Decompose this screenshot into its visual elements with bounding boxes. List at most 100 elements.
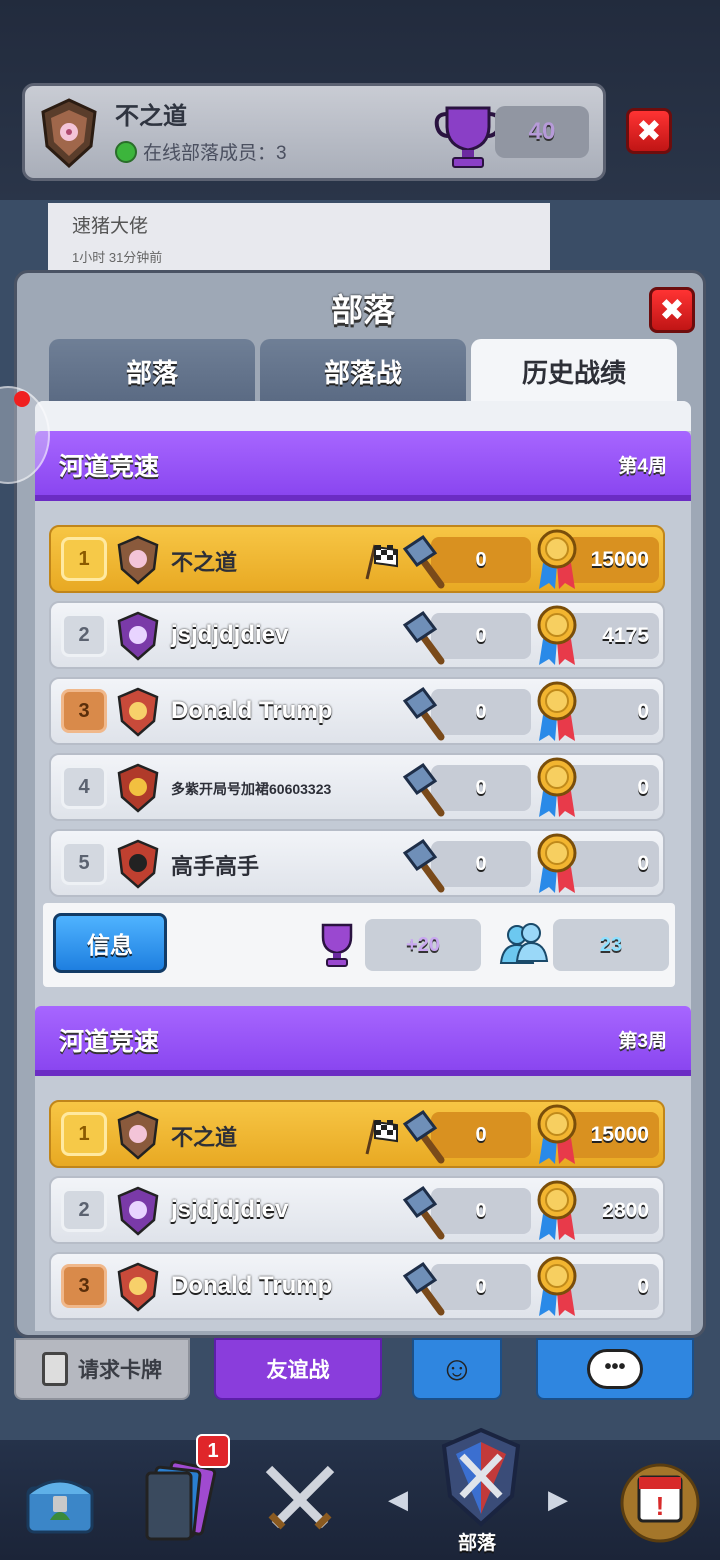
medal-icon: [537, 605, 577, 665]
rank-badge: 1: [61, 1112, 107, 1156]
medal-icon: [537, 1104, 577, 1164]
rank-badge: 3: [61, 1264, 107, 1308]
clan-panel: 部落 ✖ 部落 部落战 历史战绩 河道竞速 第4周 1 不之道 0 15000 2 jsjdj…: [14, 270, 706, 1338]
bottom-buttons: 请求卡牌 友谊战 ☺ •••: [0, 1338, 720, 1400]
clan-badge-icon: [117, 763, 159, 813]
list-top-bar: [35, 401, 691, 431]
history-list[interactable]: 河道竞速 第4周 1 不之道 0 15000 2 jsjdjdjdiev 0 4175 3 Donal…: [35, 401, 691, 1331]
clan-name: 不之道: [171, 550, 238, 575]
friendly-battle-button[interactable]: 友谊战: [214, 1338, 382, 1400]
medal-icon: [537, 757, 577, 817]
trophy-count: 40: [495, 106, 589, 158]
request-cards-button[interactable]: 请求卡牌: [14, 1338, 190, 1400]
section-header: 河道竞速 第3周: [35, 1006, 691, 1076]
medal-icon: [537, 1180, 577, 1240]
clan-rank-row[interactable]: 4 多紫开局号加裙60603323 0 0: [49, 753, 665, 821]
clan-shield-icon: [41, 98, 97, 168]
hammer-icon: [402, 762, 445, 817]
chat-message: 速猪大佬 1小时 31分钟前: [48, 203, 550, 273]
clan-name: jsjdjdjdiev: [171, 1196, 289, 1223]
arrow-left-icon: ◀: [388, 1484, 408, 1514]
clan-rank-row[interactable]: 1 不之道 0 15000: [49, 525, 665, 593]
finish-flag-icon: [365, 544, 398, 580]
clan-rank-row[interactable]: 5 高手高手 0 0: [49, 829, 665, 897]
clan-name: Donald Trump: [171, 697, 333, 724]
cards-deck-icon: [145, 1460, 217, 1541]
medal-icon: [537, 529, 577, 589]
nav-shop[interactable]: [0, 1440, 120, 1560]
members-icon: [499, 923, 549, 964]
svg-text:!: !: [656, 1491, 665, 1521]
arrow-right-icon: ▶: [548, 1484, 568, 1514]
nav-clan[interactable]: ◀ 部落 ▶: [360, 1427, 600, 1560]
clan-rank-row[interactable]: 2 jsjdjdjdiev 0 4175: [49, 601, 665, 669]
close-panel-button[interactable]: ✖: [649, 287, 695, 333]
hammer-icon: [402, 1109, 445, 1164]
hammer-icon: [402, 1185, 445, 1240]
trophy-icon: [321, 923, 353, 967]
chat-sender: 速猪大佬: [72, 216, 149, 237]
clan-rank-row[interactable]: 1 不之道 0 15000: [49, 1100, 665, 1168]
section-footer: 信息 +20 23: [43, 903, 675, 987]
close-clan-button[interactable]: ✖: [626, 108, 672, 154]
online-members: 在线部落成员：3: [115, 138, 287, 165]
online-dot-icon: [115, 140, 137, 163]
war-week: 第3周: [618, 1031, 667, 1052]
rank-badge: 3: [61, 689, 107, 733]
medal-icon: [537, 1256, 577, 1316]
clan-name: 不之道: [115, 103, 187, 130]
clan-name: 多紫开局号加裙60603323: [171, 781, 332, 797]
war-type: 河道竞速: [59, 453, 160, 481]
trophy-icon: [434, 106, 502, 168]
clan-name: 不之道: [171, 1125, 238, 1150]
chat-button[interactable]: •••: [536, 1338, 694, 1400]
clan-badge-icon: [117, 1262, 159, 1312]
clan-rank-row[interactable]: 2 jsjdjdjdiev 0 2800: [49, 1176, 665, 1244]
clan-badge-icon: [117, 535, 159, 585]
clan-badge-icon: [117, 839, 159, 889]
trophy-change: +20: [365, 919, 481, 971]
tab-history[interactable]: 历史战绩: [471, 339, 677, 403]
rank-badge: 2: [61, 613, 107, 657]
hammer-icon: [402, 610, 445, 665]
nav-battle[interactable]: [240, 1440, 360, 1560]
emote-button[interactable]: ☺: [412, 1338, 502, 1400]
nav-events[interactable]: !: [600, 1440, 720, 1560]
tab-clan[interactable]: 部落: [49, 339, 255, 403]
clan-name: 高手高手: [171, 854, 260, 879]
rank-badge: 4: [61, 765, 107, 809]
chat-time: 1小时 31分钟前: [72, 250, 163, 265]
finish-flag-icon: [365, 1119, 398, 1155]
notification-dot: [14, 391, 30, 407]
bottom-nav: ◀ 部落 ▶ !: [0, 1427, 720, 1560]
online-label: 在线部落成员：3: [143, 143, 287, 164]
event-calendar-icon: !: [620, 1463, 700, 1543]
cards-badge: 1: [196, 1434, 230, 1468]
cards-icon: [42, 1352, 68, 1386]
clan-badge-icon: [117, 1110, 159, 1160]
info-button[interactable]: 信息: [53, 913, 167, 973]
hammer-icon: [402, 1261, 445, 1316]
clan-nav-shield-icon: [441, 1427, 521, 1527]
clan-rank-row[interactable]: 3 Donald Trump 0 0: [49, 677, 665, 745]
smile-bubble-icon: ☺: [439, 1349, 475, 1388]
member-count: 23: [553, 919, 669, 971]
rank-badge: 2: [61, 1188, 107, 1232]
hammer-icon: [402, 534, 445, 589]
clan-name: Donald Trump: [171, 1272, 333, 1299]
crossed-swords-icon: [265, 1465, 335, 1530]
medal-icon: [537, 833, 577, 893]
clan-rank-row[interactable]: 3 Donald Trump 0 0: [49, 1252, 665, 1320]
section-header: 河道竞速 第4周: [35, 431, 691, 501]
clan-header[interactable]: 不之道 在线部落成员：3 40: [22, 83, 606, 181]
panel-title: 部落: [330, 292, 395, 328]
hammer-icon: [402, 686, 445, 741]
close-icon: ✖: [659, 293, 685, 327]
rank-badge: 1: [61, 537, 107, 581]
medal-icon: [537, 681, 577, 741]
clan-badge-icon: [117, 1186, 159, 1236]
chest-icon: [26, 1479, 94, 1534]
rank-badge: 5: [61, 841, 107, 885]
clan-badge-icon: [117, 611, 159, 661]
tab-clan-war[interactable]: 部落战: [260, 339, 466, 403]
